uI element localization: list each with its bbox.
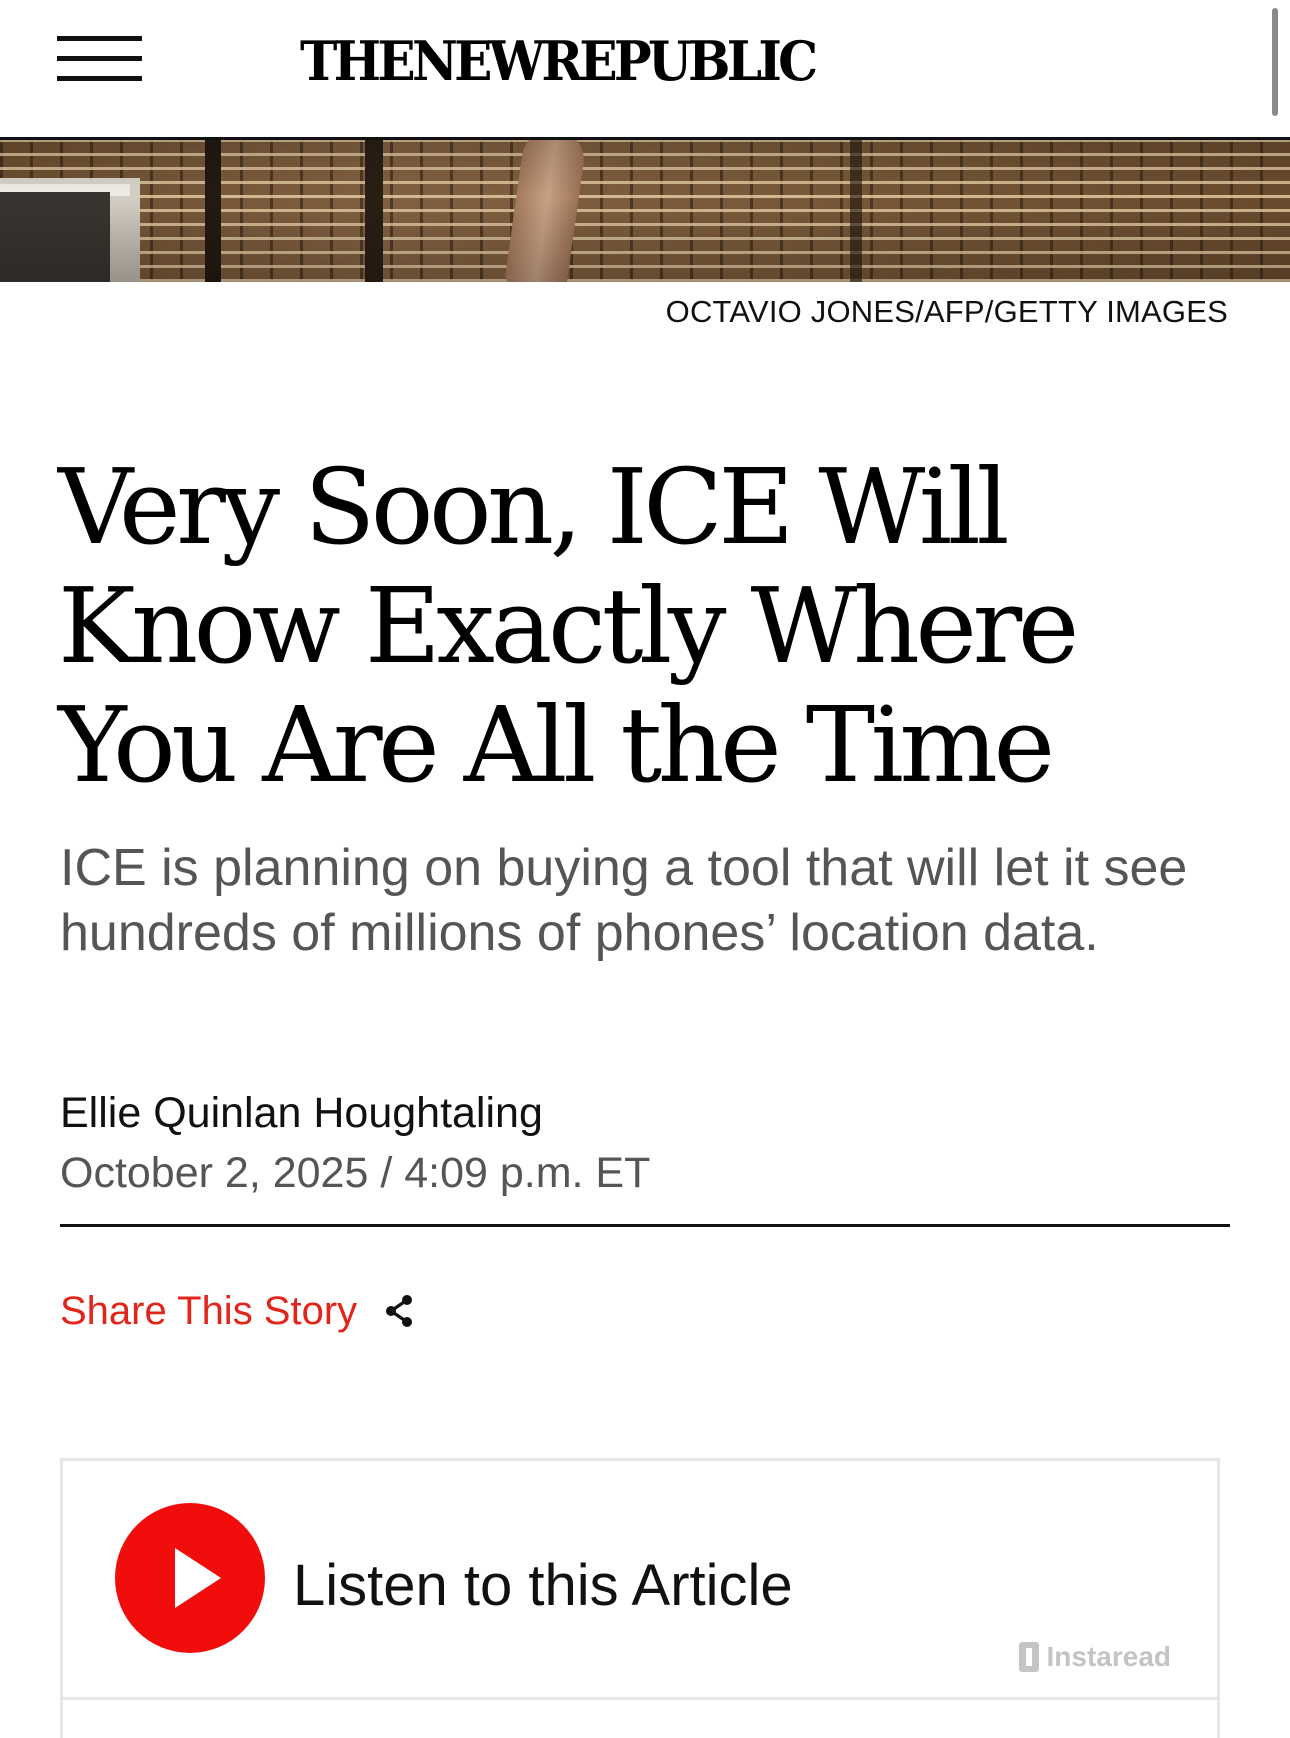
scrollbar-thumb[interactable] (1272, 8, 1278, 116)
share-icon (386, 1295, 413, 1327)
hamburger-menu-icon[interactable] (57, 36, 142, 86)
publish-dateline: October 2, 2025 / 4:09 p.m. ET (60, 1149, 651, 1197)
listen-article-label[interactable]: Listen to this Article (293, 1551, 793, 1621)
share-story-label: Share This Story (60, 1289, 358, 1333)
listen-article-card: Listen to this Article Instaread (60, 1458, 1220, 1738)
photo-credit: OCTAVIO JONES/AFP/GETTY IMAGES (665, 294, 1228, 329)
instaread-badge[interactable]: Instaread (1018, 1641, 1172, 1673)
card-divider (63, 1697, 1217, 1700)
meta-divider (60, 1224, 1230, 1227)
play-icon[interactable] (115, 1503, 265, 1653)
hero-shading (0, 140, 1290, 282)
instaread-logo-icon (1018, 1642, 1039, 1672)
site-header: THENEWREPUBLIC (0, 0, 1290, 138)
article-dek: ICE is planning on buying a tool that wi… (60, 839, 1188, 962)
author-byline[interactable]: Ellie Quinlan Houghtaling (60, 1088, 543, 1138)
hero-image (0, 140, 1290, 282)
share-story-button[interactable]: Share This Story (60, 1286, 417, 1336)
article-headline: Very Soon, ICE Will Know Exactly Where Y… (58, 446, 1079, 806)
instaread-label: Instaread (1046, 1641, 1172, 1672)
site-logo[interactable]: THENEWREPUBLIC (300, 26, 957, 96)
